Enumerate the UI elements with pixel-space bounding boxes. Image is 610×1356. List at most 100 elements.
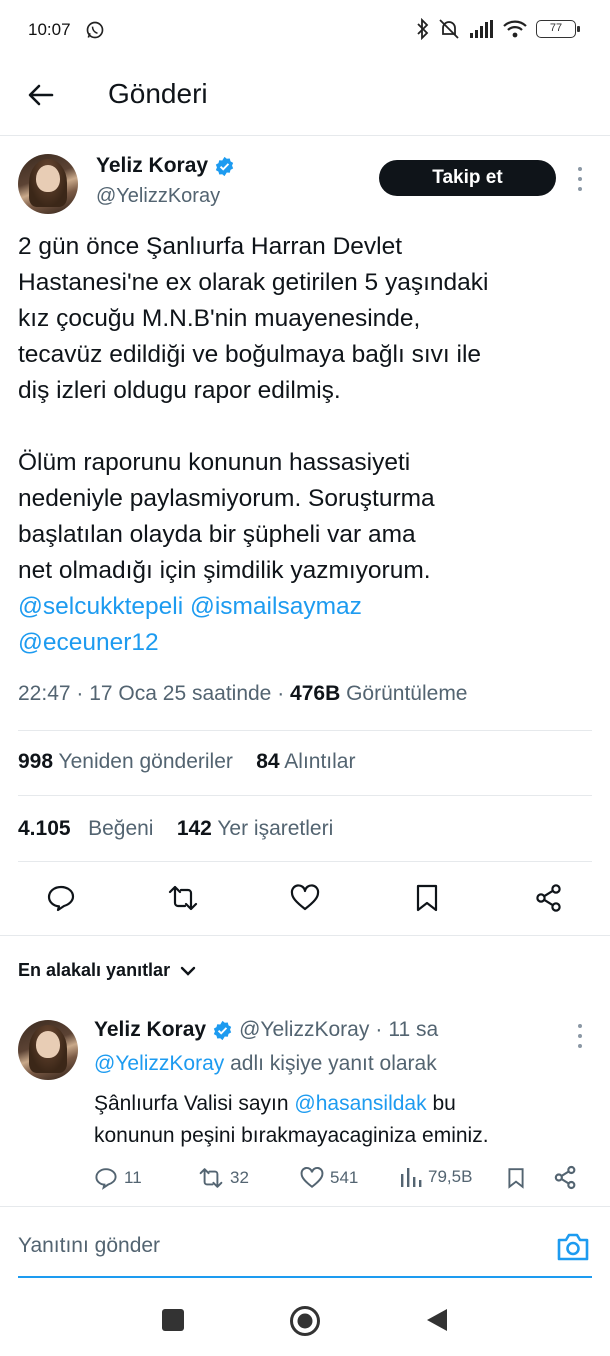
views-chart-icon	[401, 1168, 422, 1187]
tweet-line: Ölüm raporunu konunun hassasiyeti	[18, 449, 411, 476]
mention-link[interactable]: @selcukktepeli	[18, 593, 183, 620]
mention-line: @eceuner12	[18, 625, 598, 661]
compose-underline	[18, 1276, 592, 1278]
reposts-stat[interactable]: 998 Yeniden gönderiler	[18, 750, 233, 773]
reply-to-mention[interactable]: @YelizzKoray	[94, 1052, 224, 1075]
reply-input[interactable]	[18, 1234, 538, 1258]
compose-bar	[0, 1210, 610, 1280]
verified-badge-icon	[215, 156, 234, 176]
wifi-icon	[503, 20, 527, 38]
quotes-label: Alıntılar	[284, 750, 356, 773]
tweet-time: 22:47	[18, 682, 71, 705]
mention-line: @selcukktepeli @ismailsaymaz	[18, 589, 598, 625]
views-label: Görüntüleme	[346, 682, 468, 705]
recent-apps-button[interactable]	[162, 1309, 184, 1331]
reply-share-icon[interactable]	[553, 1165, 578, 1190]
reply-to-suffix: adlı kişiye yanıt olarak	[230, 1052, 437, 1075]
repost-icon	[199, 1168, 223, 1188]
system-back-button[interactable]	[425, 1307, 449, 1333]
tweet-line: Hastanesi'ne ex olarak getirilen 5 yaşın…	[18, 269, 489, 296]
more-options-icon[interactable]	[577, 167, 583, 191]
divider	[18, 795, 592, 796]
whatsapp-icon	[86, 21, 104, 39]
bookmark-icon[interactable]	[412, 883, 442, 913]
author-name-text: Yeliz Koray	[96, 154, 209, 177]
tweet-meta: 22:47 · 17 Oca 25 saatinde · 476B Görünt…	[18, 682, 468, 705]
author-name[interactable]: Yeliz Koray	[96, 154, 235, 178]
page-title: Gönderi	[108, 78, 208, 109]
reply-text: Şânlıurfa Valisi sayın @hasansildak bu k…	[94, 1088, 594, 1152]
reply-reply-action[interactable]: 11	[94, 1166, 142, 1190]
replies-sort-dropdown[interactable]: En alakalı yanıtlar	[18, 960, 196, 981]
home-button[interactable]	[289, 1305, 321, 1337]
mention-link[interactable]: @eceuner12	[18, 629, 159, 656]
bookmarks-count: 142	[176, 817, 212, 840]
reply-repost-action[interactable]: 32	[198, 1166, 249, 1190]
reply-icon	[95, 1168, 117, 1190]
tweet-line: 2 gün önce Şanlıurfa Harran Devlet	[18, 233, 403, 260]
reply-more-options-icon[interactable]	[577, 1024, 583, 1048]
quotes-stat[interactable]: 84 Alıntılar	[256, 750, 355, 773]
avatar[interactable]	[18, 154, 78, 214]
mention-link[interactable]: @ismailsaymaz	[190, 593, 362, 620]
quotes-count: 84	[256, 750, 280, 773]
replies-sort-label: En alakalı yanıtlar	[18, 960, 171, 980]
reply-views-action[interactable]: 79,5B	[400, 1166, 472, 1188]
likes-stat[interactable]: 4.105 Beğeni	[18, 817, 153, 840]
bluetooth-icon	[417, 18, 429, 40]
header-divider	[0, 135, 610, 136]
like-icon[interactable]	[290, 883, 320, 913]
likes-count: 4.105	[18, 817, 71, 840]
tweet-line: net olmadığı için şimdilik yazmıyorum.	[18, 557, 431, 584]
bookmarks-stat[interactable]: 142 Yer işaretleri	[177, 817, 333, 840]
bookmarks-label: Yer işaretleri	[217, 817, 334, 840]
tweet-line: nedeniyle paylasmiyorum. Soruşturma	[18, 485, 435, 512]
back-arrow-icon[interactable]	[26, 80, 56, 110]
separator-dot: ·	[375, 1018, 383, 1041]
status-time: 10:07	[28, 20, 71, 39]
reply-replies-count: 11	[124, 1168, 142, 1187]
reply-likes-count: 541	[330, 1168, 359, 1187]
reply-icon[interactable]	[46, 883, 76, 913]
status-icons: 77	[416, 18, 580, 40]
mute-bell-icon	[439, 19, 459, 39]
divider	[0, 935, 610, 936]
reply-like-action[interactable]: 541	[300, 1166, 358, 1190]
reply-views-count: 79,5B	[428, 1167, 473, 1186]
reply-avatar[interactable]	[18, 1020, 78, 1080]
tweet-line: tecavüz edildiği ve boğulmaya bağlı sıvı…	[18, 341, 482, 368]
reply-author-handle[interactable]: @YelizzKoray	[239, 1018, 369, 1042]
chevron-down-icon	[180, 966, 196, 976]
divider	[18, 861, 592, 862]
reply-text-part: bu	[432, 1092, 456, 1115]
verified-badge-icon	[213, 1020, 232, 1040]
mention-link[interactable]: @hasansildak	[294, 1092, 426, 1115]
views-count: 476B	[290, 682, 341, 705]
repost-icon[interactable]	[168, 883, 198, 913]
like-bookmark-stats: 4.105 Beğeni 142 Yer işaretleri	[18, 817, 333, 841]
share-icon[interactable]	[534, 883, 564, 913]
reposts-count: 998	[18, 750, 54, 773]
tweet-line: başlatılan olayda bir şüpheli var ama	[18, 521, 416, 548]
reply-time: 11 sa	[388, 1018, 439, 1041]
reposts-label: Yeniden gönderiler	[58, 750, 233, 773]
reply-text-part: konunun peşini bırakmayacaginiza eminiz.	[94, 1124, 489, 1147]
reply-header: Yeliz Koray @YelizzKoray · 11 sa	[94, 1018, 438, 1042]
reply-reposts-count: 32	[230, 1168, 249, 1187]
divider	[0, 1206, 610, 1207]
replying-to: @YelizzKoray adlı kişiye yanıt olarak	[94, 1052, 437, 1076]
battery-indicator: 77	[536, 20, 580, 38]
reply-text-part: Şânlıurfa Valisi sayın	[94, 1092, 289, 1115]
tweet-line: diş izleri oldugu rapor edilmiş.	[18, 377, 341, 404]
divider	[18, 730, 592, 731]
signal-icon	[470, 20, 493, 38]
follow-button[interactable]: Takip et	[379, 160, 556, 196]
reply-bookmark-icon[interactable]	[505, 1166, 527, 1190]
tweet-date: 17 Oca 25 saatinde	[89, 682, 272, 705]
author-handle[interactable]: @YelizzKoray	[96, 185, 220, 208]
tweet-line: kız çocuğu M.N.B'nin muayenesinde,	[18, 305, 421, 332]
repost-quote-stats: 998 Yeniden gönderiler 84 Alıntılar	[18, 750, 355, 774]
like-icon	[300, 1166, 324, 1189]
reply-author-name[interactable]: Yeliz Koray	[94, 1018, 206, 1042]
camera-icon[interactable]	[556, 1232, 590, 1262]
